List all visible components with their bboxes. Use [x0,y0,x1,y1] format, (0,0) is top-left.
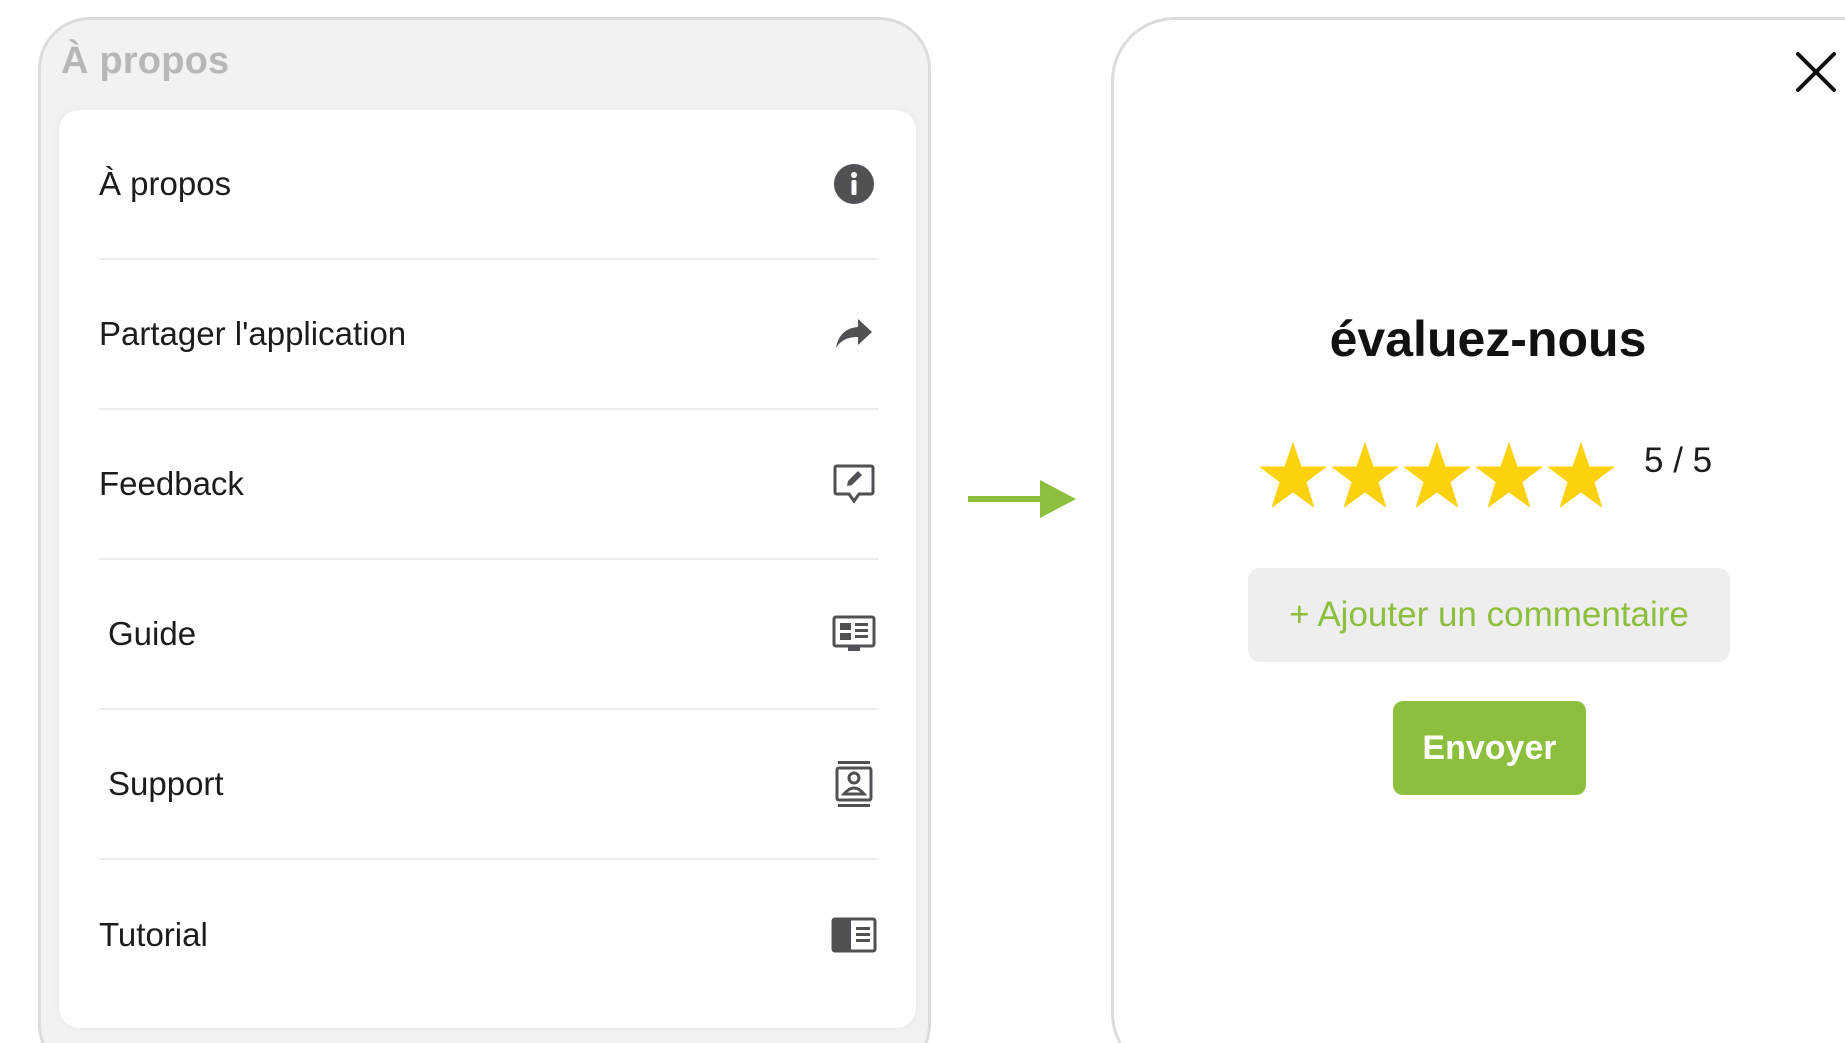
send-button[interactable]: Envoyer [1393,701,1586,795]
menu-item-share[interactable]: Partager l'application [99,260,879,410]
menu-item-label: Guide [108,615,197,652]
menu-item-feedback[interactable]: Feedback [99,410,879,560]
menu-item-label: À propos [99,165,232,202]
menu-item-support[interactable]: Support [99,710,879,860]
rating-title: évaluez-nous [1329,311,1647,367]
star-icon[interactable] [1329,440,1401,512]
tutorial-icon [829,910,879,960]
share-icon [829,309,879,359]
menu-item-label: Feedback [99,465,244,502]
guide-icon [829,609,879,659]
menu-list: À propos Partager l'application Feedback… [59,110,916,1028]
menu-item-label: Tutorial [99,916,208,953]
sheet-header-title: À propos [61,40,230,82]
rating-score: 5 / 5 [1644,441,1713,480]
star-rating[interactable] [1257,440,1617,512]
info-icon [829,159,879,209]
star-icon[interactable] [1473,440,1545,512]
menu-item-label: Partager l'application [99,315,407,352]
menu-item-tutorial[interactable]: Tutorial [99,860,879,1010]
star-icon[interactable] [1545,440,1617,512]
star-icon[interactable] [1401,440,1473,512]
rating-modal [1111,17,1845,1043]
right-arrow-icon [968,480,1076,518]
screen: À propos À propos Partager l'application [0,0,1845,1043]
menu-item-guide[interactable]: Guide [99,560,879,710]
menu-item-label: Support [108,765,224,802]
close-icon[interactable] [1792,48,1840,96]
feedback-icon [829,459,879,509]
add-comment-button[interactable]: + Ajouter un commentaire [1248,568,1730,662]
menu-item-about[interactable]: À propos [99,110,879,260]
support-icon [829,759,879,809]
star-icon[interactable] [1257,440,1329,512]
about-sheet: À propos À propos Partager l'application [38,17,931,1043]
